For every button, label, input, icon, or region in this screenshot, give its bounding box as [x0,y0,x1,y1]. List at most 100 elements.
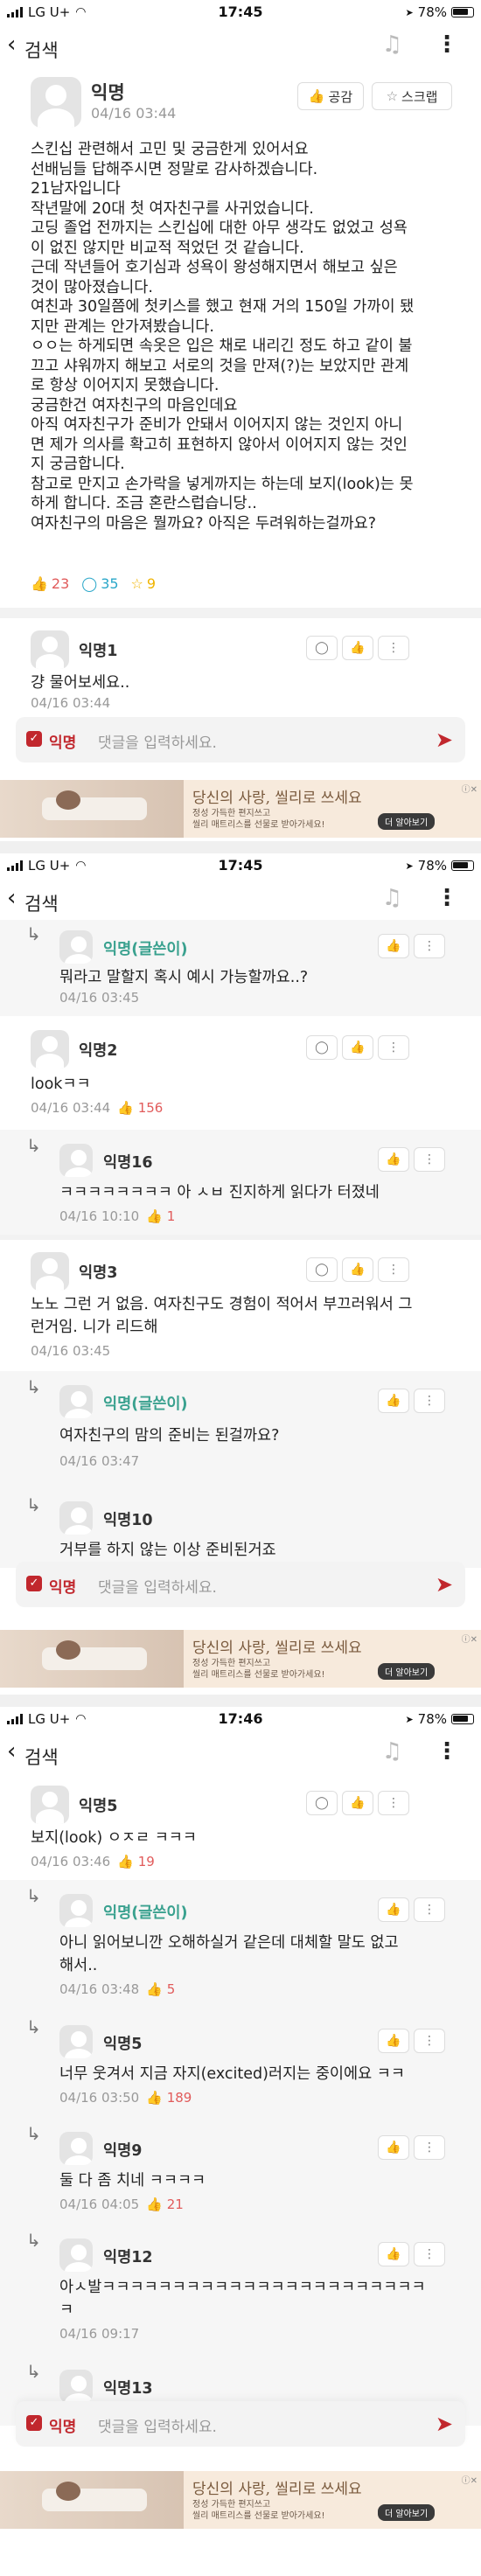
comment-author: 익명5 [103,2036,143,2053]
divider [0,608,481,618]
comment-author: 익명3 [79,1264,118,1282]
comment-more-button[interactable]: ⋮ [378,1791,409,1815]
comment-more-button[interactable]: ⋮ [414,2135,445,2160]
anonymous-checkbox[interactable]: ✓ [26,1576,42,1591]
reply-arrow-icon: ↳ [26,1885,41,1906]
comment-input-bar: ✓ 익명 댓글을 입력하세요. ➤ [16,1562,465,1607]
reply-button[interactable]: ◯ [306,1035,338,1060]
reply: ↳ 익명16 👍 ⋮ ㅋㅋㅋㅋㅋㅋㅋㅋ 아 ㅅㅂ 진지하게 읽다가 터졌네 04/… [0,1130,481,1235]
comment-like-button[interactable]: 👍 [342,1035,373,1060]
comment-actions: 👍 ⋮ [378,2135,445,2160]
location-icon: ➤ [405,1713,414,1725]
comment-actions: ◯ 👍 ⋮ [306,1791,409,1815]
comment-like-button[interactable]: 👍 [342,1257,373,1282]
notification-off-icon[interactable]: ♫ [382,885,402,911]
avatar [59,1385,93,1418]
comment-more-button[interactable]: ⋮ [414,934,445,958]
comment-more-button[interactable]: ⋮ [414,1389,445,1413]
screen-2: LG U+ ◠ 17:45 ➤ 78% ‹ 검색 ♫ ⋮ ↳ 익명(글쓴이) 👍 ⋮ … [0,853,481,1695]
comment-date: 04/16 03:45 [59,990,140,1006]
notification-off-icon[interactable]: ♫ [382,31,402,58]
more-menu-icon[interactable]: ⋮ [436,885,458,911]
comment-author: 익명9 [103,2142,143,2160]
comment-author: 익명12 [103,2249,153,2266]
comment-like-button[interactable]: 👍 [378,2242,409,2266]
comment-more-button[interactable]: ⋮ [414,2242,445,2266]
ad-banner[interactable]: 당신의 사랑, 씰리로 쓰세요 정성 가득한 편지쓰고 씰리 매트리스를 선물로 … [0,780,481,838]
comment-text: 아니 읽어보니깐 오해하실거 같은데 대체할 말도 없고 [59,1934,399,1952]
star-icon: ☆ [386,88,399,104]
more-menu-icon[interactable]: ⋮ [436,1738,458,1765]
send-icon[interactable]: ➤ [436,2412,453,2436]
comment-more-button[interactable]: ⋮ [378,1257,409,1282]
comment-input-bar: ✓ 익명 댓글을 입력하세요. ➤ [16,717,465,762]
anonymous-label: 익명 [49,2419,77,2436]
send-icon[interactable]: ➤ [436,1572,453,1597]
page-title[interactable]: 검색 [24,1744,59,1770]
ad-close-icon[interactable]: ⓘ✕ [462,782,478,795]
comment-text: ㅋㅋㅋㅋㅋㅋㅋㅋ 아 ㅅㅂ 진지하게 읽다가 터졌네 [59,1184,380,1201]
reply-arrow-icon: ↳ [26,2123,41,2144]
comment-like-button[interactable]: 👍 [378,1147,409,1172]
comment-more-button[interactable]: ⋮ [414,1897,445,1922]
comment-more-button[interactable]: ⋮ [414,2029,445,2053]
ad-close-icon[interactable]: ⓘ✕ [462,2473,478,2486]
comment-more-button[interactable]: ⋮ [378,1035,409,1060]
anonymous-label: 익명 [49,1579,77,1597]
reply-button[interactable]: ◯ [306,636,338,660]
like-count: 👍 23 [31,575,70,592]
comment-author: 익명5 [79,1798,118,1815]
page-title[interactable]: 검색 [24,890,59,916]
back-arrow-icon[interactable]: ‹ [7,887,16,909]
comment-like-button[interactable]: 👍 [378,1389,409,1413]
comment-input[interactable]: 댓글을 입력하세요. [98,2414,217,2436]
notification-off-icon[interactable]: ♫ [382,1738,402,1765]
avatar [31,77,81,128]
ad-banner[interactable]: 당신의 사랑, 씰리로 쓰세요 정성 가득한 편지쓰고 씰리 매트리스를 선물로 … [0,1630,481,1688]
comment: 익명3 ◯ 👍 ⋮ 노노 그런 거 없음. 여자친구도 경험이 적어서 부끄러워서 … [0,1240,481,1371]
screenshot-gap [0,1695,481,1707]
comment-like-button[interactable]: 👍 [342,636,373,660]
comment-input[interactable]: 댓글을 입력하세요. [98,1575,217,1597]
avatar [31,1030,69,1069]
comment-input[interactable]: 댓글을 입력하세요. [98,730,217,752]
ad-banner[interactable]: 당신의 사랑, 씰리로 쓰세요 정성 가득한 편지쓰고 씰리 매트리스를 선물로 … [0,2471,481,2529]
ad-button[interactable]: 더 알아보기 [378,1663,436,1680]
more-menu-icon[interactable]: ⋮ [436,31,458,58]
reply-arrow-icon: ↳ [26,1135,41,1156]
comment-text: lookㅋㅋ [31,1076,91,1093]
like-button[interactable]: 👍 공감 [297,82,364,110]
ad-close-icon[interactable]: ⓘ✕ [462,1632,478,1645]
reply-button[interactable]: ◯ [306,1791,338,1815]
comment-actions: 👍 ⋮ [378,2029,445,2053]
comment-like-button[interactable]: 👍 [342,1791,373,1815]
comment-date: 04/16 03:44 👍 156 [31,1100,164,1116]
back-arrow-icon[interactable]: ‹ [7,33,16,56]
anonymous-checkbox[interactable]: ✓ [26,2415,42,2431]
anonymous-checkbox[interactable]: ✓ [26,731,42,747]
ad-button[interactable]: 더 알아보기 [378,813,436,830]
comment-like-button[interactable]: 👍 [378,1897,409,1922]
comment-actions: 👍 ⋮ [378,1897,445,1922]
comment-text: 런거임. 니가 리드해 [31,1319,158,1336]
comment-like-button[interactable]: 👍 [378,2135,409,2160]
comment-date: 04/16 03:50 👍 189 [59,2090,192,2106]
comment-more-button[interactable]: ⋮ [414,1147,445,1172]
page-title[interactable]: 검색 [24,37,59,63]
ad-button[interactable]: 더 알아보기 [378,2504,436,2521]
send-icon[interactable]: ➤ [436,728,453,752]
back-arrow-icon[interactable]: ‹ [7,1740,16,1763]
reply: ↳ 익명5 👍 ⋮ 너무 웃겨서 지금 자지(excited)러지는 중이에요 ㅋ… [0,2011,481,2118]
reply-button[interactable]: ◯ [306,1257,338,1282]
app-bar: ‹ 검색 ♫ ⋮ [0,1731,481,1773]
battery-percent: 78% [417,1711,447,1727]
comment-author: 익명2 [79,1042,118,1060]
comment-icon: ◯ [81,575,98,592]
comment-like-button[interactable]: 👍 [378,2029,409,2053]
reply: ↳ 익명10 거부를 하지 않는 이상 준비된거죠 [0,1489,481,1568]
scrap-button[interactable]: ☆ 스크랩 [372,82,452,110]
post-author: 익명 [91,82,125,103]
comment-more-button[interactable]: ⋮ [378,636,409,660]
comment-like-button[interactable]: 👍 [378,934,409,958]
avatar [59,2370,93,2403]
